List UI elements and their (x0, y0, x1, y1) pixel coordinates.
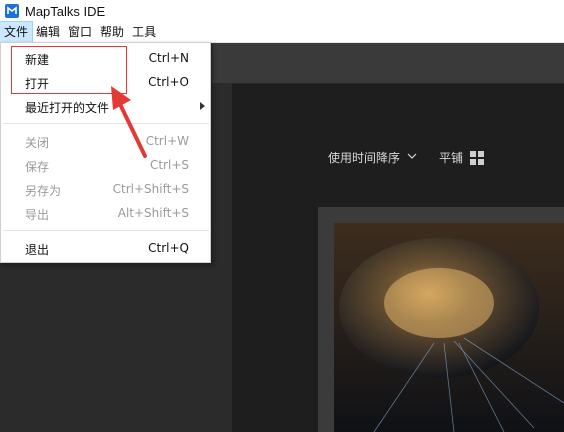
grid-icon[interactable] (470, 151, 484, 165)
menu-item-label: 退出 (25, 243, 50, 257)
menu-item-shortcut: Alt+Shift+S (117, 206, 189, 220)
top-strip (212, 43, 564, 83)
menu-item-save-as[interactable]: 另存为 Ctrl+Shift+S (1, 178, 211, 202)
menu-window[interactable]: 窗口 (64, 22, 96, 42)
menu-item-shortcut: Ctrl+Q (148, 241, 189, 255)
chevron-down-icon[interactable] (406, 149, 418, 163)
menu-file[interactable]: 文件 (0, 21, 34, 43)
menu-item-label: 最近打开的文件 (25, 101, 110, 115)
menu-tools[interactable]: 工具 (128, 22, 160, 42)
menu-item-shortcut: Ctrl+N (148, 51, 189, 65)
sort-dropdown[interactable]: 使用时间降序 (328, 149, 400, 166)
menu-bar: 文件 编辑 窗口 帮助 工具 (0, 21, 564, 43)
menu-item-label: 另存为 (25, 184, 62, 198)
menu-item-label: 保存 (25, 160, 50, 174)
maptalks-logo-icon (5, 4, 19, 18)
title-bar: MapTalks IDE (0, 0, 564, 22)
menu-help[interactable]: 帮助 (96, 22, 128, 42)
view-mode-label[interactable]: 平铺 (439, 149, 463, 166)
menu-item-exit[interactable]: 退出 Ctrl+Q (1, 237, 211, 261)
menu-item-shortcut: Ctrl+S (149, 158, 189, 172)
annotation-arrow-icon (111, 86, 147, 158)
project-thumbnail[interactable] (334, 223, 564, 432)
menu-item-label: 关闭 (25, 136, 50, 150)
menu-item-shortcut: Ctrl+Shift+S (112, 182, 189, 196)
menu-item-export[interactable]: 导出 Alt+Shift+S (1, 202, 211, 226)
window-title: MapTalks IDE (25, 3, 106, 19)
submenu-arrow-icon (200, 102, 205, 110)
menu-separator (3, 230, 209, 231)
menu-item-label: 导出 (25, 208, 50, 222)
menu-edit[interactable]: 编辑 (32, 22, 64, 42)
